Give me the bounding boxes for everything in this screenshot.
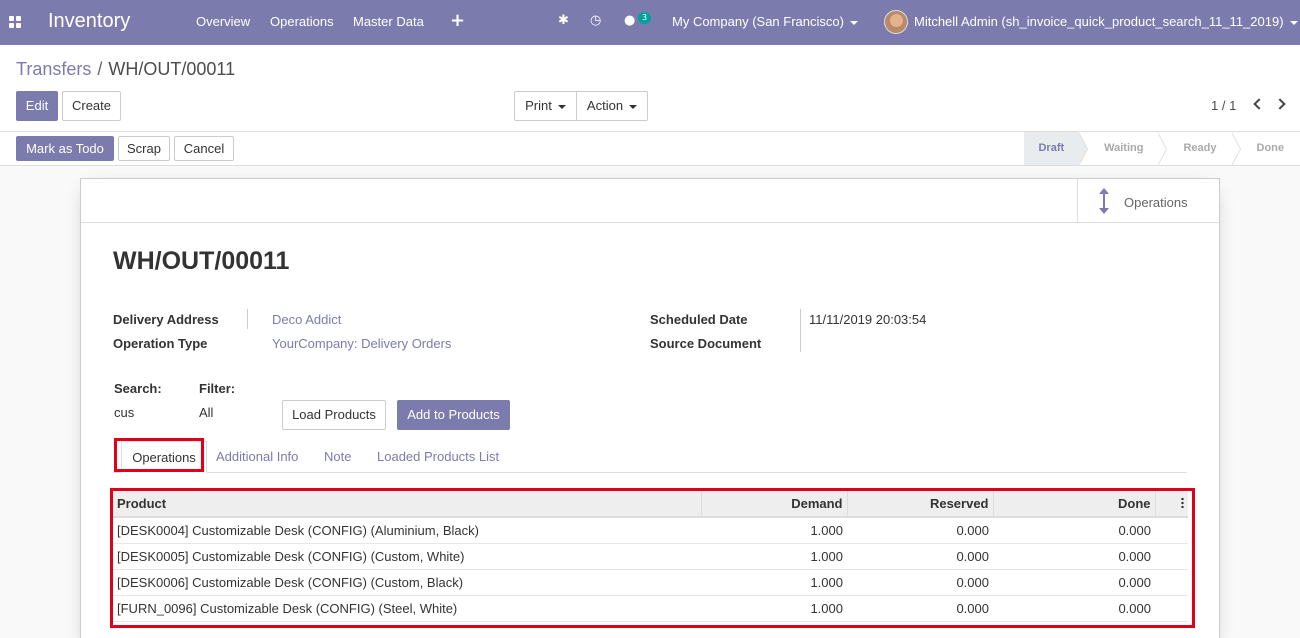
demand-cell: 1.000 xyxy=(701,595,847,622)
scrap-button[interactable]: Scrap xyxy=(118,136,170,161)
done-cell: 0.000 xyxy=(993,569,1155,596)
reserved-cell: 0.000 xyxy=(847,595,993,622)
plus-icon[interactable]: + xyxy=(450,10,465,31)
avatar[interactable] xyxy=(884,10,908,34)
table-header-row: Product Demand Reserved Done xyxy=(113,491,1188,518)
field-divider xyxy=(247,309,248,329)
operations-smart-button[interactable]: Operations xyxy=(1077,179,1219,223)
breadcrumb-current: WH/OUT/00011 xyxy=(108,59,236,79)
chevron-down-icon xyxy=(629,104,638,109)
user-name: Mitchell Admin (sh_invoice_quick_product… xyxy=(914,14,1284,29)
delivery-address-label: Delivery Address xyxy=(113,312,219,327)
table-row[interactable]: [DESK0005] Customizable Desk (CONFIG) (C… xyxy=(113,543,1188,570)
breadcrumb-separator: / xyxy=(97,59,103,79)
menu-operations[interactable]: Operations xyxy=(270,14,334,29)
app-name[interactable]: Inventory xyxy=(48,10,130,33)
form-sheet: Operations WH/OUT/00011 Delivery Address… xyxy=(80,178,1220,638)
company-switcher[interactable]: My Company (San Francisco) xyxy=(672,14,858,29)
operations-table: Product Demand Reserved Done [DESK0004] … xyxy=(113,491,1188,622)
button-box: Operations xyxy=(81,179,1219,223)
reserved-cell: 0.000 xyxy=(847,569,993,596)
demand-cell: 1.000 xyxy=(701,543,847,570)
product-cell: [DESK0004] Customizable Desk (CONFIG) (A… xyxy=(113,517,701,544)
scheduled-date-label: Scheduled Date xyxy=(650,312,748,327)
reserved-cell: 0.000 xyxy=(847,543,993,570)
load-products-button[interactable]: Load Products xyxy=(282,400,386,430)
scheduled-date-value: 11/11/2019 20:03:54 xyxy=(809,312,927,327)
chevron-down-icon xyxy=(849,20,858,25)
page-title: WH/OUT/00011 xyxy=(113,247,290,275)
chevron-left-icon[interactable] xyxy=(1253,98,1265,110)
demand-cell: 1.000 xyxy=(701,517,847,544)
chat-icon[interactable]: ● xyxy=(624,13,635,28)
chevron-down-icon xyxy=(557,104,566,109)
company-name: My Company (San Francisco) xyxy=(672,14,844,29)
filter-value[interactable]: All xyxy=(199,405,213,420)
ellipsis-v-icon xyxy=(1181,497,1184,508)
done-cell: 0.000 xyxy=(993,517,1155,544)
table-row[interactable]: [DESK0004] Customizable Desk (CONFIG) (A… xyxy=(113,517,1188,544)
table-row[interactable]: [FURN_0096] Customizable Desk (CONFIG) (… xyxy=(113,595,1188,622)
notebook-tabs: Operations Additional Info Note Loaded P… xyxy=(113,441,1187,473)
tab-note[interactable]: Note xyxy=(324,449,351,464)
arrows-v-icon xyxy=(1099,188,1109,214)
bug-icon[interactable]: ✱ xyxy=(558,13,569,28)
product-cell: [FURN_0096] Customizable Desk (CONFIG) (… xyxy=(113,595,701,622)
chevron-right-icon[interactable] xyxy=(1274,98,1286,110)
done-cell: 0.000 xyxy=(993,543,1155,570)
stage-waiting[interactable]: Waiting xyxy=(1078,132,1168,166)
delivery-address-link[interactable]: Deco Addict xyxy=(272,312,341,327)
product-cell: [DESK0005] Customizable Desk (CONFIG) (C… xyxy=(113,543,701,570)
stage-ready[interactable]: Ready xyxy=(1157,132,1241,166)
tab-additional-info[interactable]: Additional Info xyxy=(216,449,298,464)
top-navbar: Inventory Overview Operations Master Dat… xyxy=(0,0,1300,45)
reserved-cell: 0.000 xyxy=(847,517,993,544)
optional-columns-toggle[interactable] xyxy=(1155,491,1188,518)
create-button[interactable]: Create xyxy=(62,91,121,121)
clock-icon[interactable]: ◷ xyxy=(590,13,601,28)
column-done[interactable]: Done xyxy=(993,491,1156,518)
breadcrumb: Transfers / WH/OUT/00011 xyxy=(16,59,235,80)
apps-grid-icon[interactable] xyxy=(9,16,22,29)
menu-overview[interactable]: Overview xyxy=(196,14,250,29)
pager-value[interactable]: 1 / 1 xyxy=(1211,98,1236,113)
print-button[interactable]: Print xyxy=(514,91,577,121)
status-bar: Mark as Todo Scrap Cancel Draft Waiting … xyxy=(0,132,1300,166)
done-cell: 0.000 xyxy=(993,595,1155,622)
control-panel: Transfers / WH/OUT/00011 Edit Create Print… xyxy=(0,45,1300,132)
filter-label: Filter: xyxy=(199,381,236,396)
field-divider xyxy=(800,309,801,352)
breadcrumb-transfers[interactable]: Transfers xyxy=(16,59,91,79)
add-to-products-button[interactable]: Add to Products xyxy=(397,400,510,430)
mark-as-todo-button[interactable]: Mark as Todo xyxy=(16,136,114,161)
column-reserved[interactable]: Reserved xyxy=(847,491,994,518)
operation-type-label: Operation Type xyxy=(113,336,208,351)
chat-badge: 3 xyxy=(638,12,651,24)
tab-operations[interactable]: Operations xyxy=(121,441,207,473)
action-button[interactable]: Action xyxy=(576,91,648,121)
source-document-label: Source Document xyxy=(650,336,762,351)
edit-button[interactable]: Edit xyxy=(16,91,58,121)
stage-done[interactable]: Done xyxy=(1231,132,1300,166)
table-row[interactable]: [DESK0006] Customizable Desk (CONFIG) (C… xyxy=(113,569,1188,596)
smart-button-label: Operations xyxy=(1124,195,1188,210)
action-label: Action xyxy=(586,98,624,113)
column-product[interactable]: Product xyxy=(113,491,702,518)
stage-draft[interactable]: Draft xyxy=(1024,132,1088,166)
product-cell: [DESK0006] Customizable Desk (CONFIG) (C… xyxy=(113,569,701,596)
menu-master-data[interactable]: Master Data xyxy=(353,14,424,29)
stage-pipeline: Draft Waiting Ready Done xyxy=(1024,132,1300,166)
operation-type-link[interactable]: YourCompany: Delivery Orders xyxy=(272,336,451,351)
search-label: Search: xyxy=(114,381,162,396)
cancel-button[interactable]: Cancel xyxy=(174,136,234,161)
print-label: Print xyxy=(525,98,552,113)
search-value[interactable]: cus xyxy=(114,405,134,420)
column-demand[interactable]: Demand xyxy=(701,491,848,518)
user-menu[interactable]: Mitchell Admin (sh_invoice_quick_product… xyxy=(914,14,1298,29)
demand-cell: 1.000 xyxy=(701,569,847,596)
chevron-down-icon xyxy=(1289,20,1298,25)
tab-loaded-products-list[interactable]: Loaded Products List xyxy=(377,449,499,464)
